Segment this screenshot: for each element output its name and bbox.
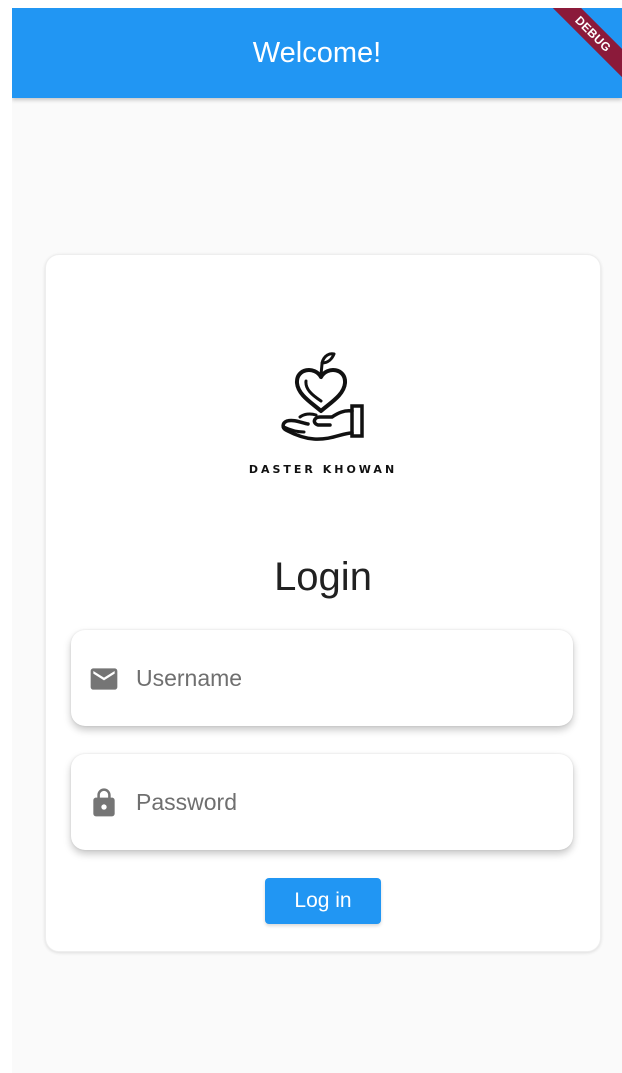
app-screen: Welcome! DEBUG DASTER KHOWAN Login Usern…: [12, 8, 622, 1073]
app-bar: Welcome!: [12, 8, 622, 98]
mail-icon: [90, 668, 118, 690]
login-title: Login: [274, 555, 372, 599]
password-field[interactable]: [71, 754, 573, 850]
app-bar-title: Welcome!: [252, 36, 382, 69]
brand-logo: DASTER KHOWAN: [46, 351, 600, 491]
brand-name: DASTER KHOWAN: [248, 463, 398, 476]
lock-icon: [93, 788, 115, 817]
heart-in-hand-icon: [281, 352, 364, 441]
username-field[interactable]: [71, 630, 573, 726]
username-input[interactable]: [136, 658, 556, 698]
login-button[interactable]: Log in: [265, 878, 381, 924]
login-card: DASTER KHOWAN Login Log in: [45, 254, 601, 952]
password-input[interactable]: [136, 782, 556, 822]
